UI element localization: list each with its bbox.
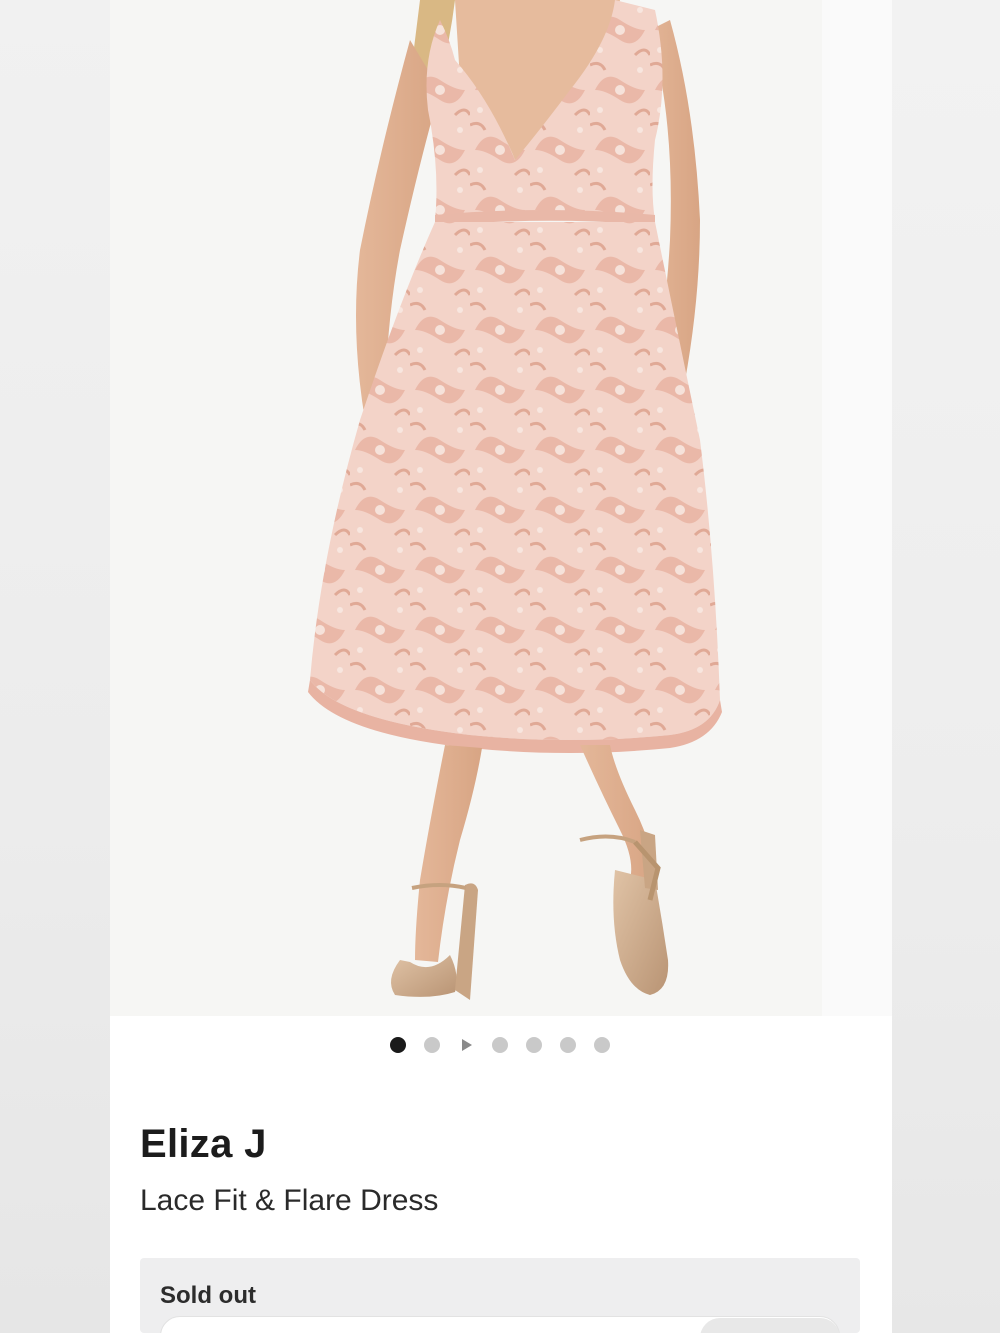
product-brand[interactable]: Eliza J xyxy=(140,1122,267,1167)
carousel-dots[interactable] xyxy=(390,1036,610,1054)
carousel-dot-1[interactable] xyxy=(390,1037,406,1053)
image-edge-strip xyxy=(822,0,892,1016)
carousel-dot-7[interactable] xyxy=(594,1037,610,1053)
carousel-dot-2[interactable] xyxy=(424,1037,440,1053)
carousel-dot-4[interactable] xyxy=(492,1037,508,1053)
background-right xyxy=(892,0,1000,1333)
video-play-icon[interactable] xyxy=(462,1039,472,1051)
action-pill[interactable] xyxy=(700,1318,840,1333)
dress-photo xyxy=(110,0,822,1016)
product-image[interactable] xyxy=(110,0,822,1016)
availability-panel: Sold out xyxy=(140,1258,860,1333)
carousel-dot-6[interactable] xyxy=(560,1037,576,1053)
product-name: Lace Fit & Flare Dress xyxy=(140,1184,439,1217)
sold-out-label: Sold out xyxy=(160,1282,256,1309)
carousel-dot-5[interactable] xyxy=(526,1037,542,1053)
background-left xyxy=(0,0,110,1333)
